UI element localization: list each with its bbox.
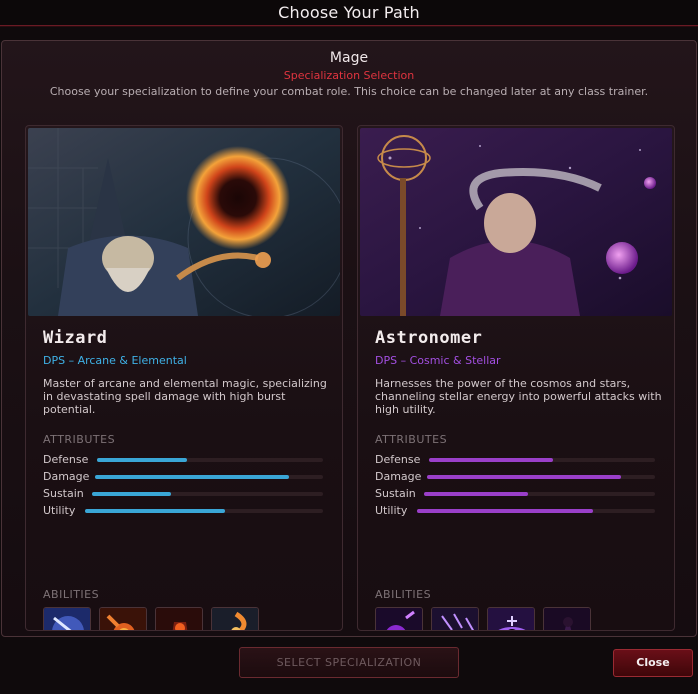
attribute-bar-fill [417,509,594,513]
attribute-bar-fill [95,475,289,479]
wizard-portrait [28,128,340,316]
attribute-utility: Utility [375,504,655,518]
attribute-sustain: Sustain [43,487,323,501]
spec-role: DPS – Cosmic & Stellar [375,354,501,367]
attribute-bar-fill [92,492,171,496]
attribute-label: Defense [375,453,421,466]
ability-list [43,607,259,630]
panel-subtitle: Specialization Selection [283,69,415,82]
attribute-label: Utility [43,504,76,517]
ability-list [375,607,591,630]
attribute-bar-fill [427,475,621,479]
attribute-utility: Utility [43,504,323,518]
attribute-bar-fill [97,458,188,462]
attribute-bar-fill [85,509,226,513]
attributes-heading: ATTRIBUTES [43,433,116,446]
abilities-heading: ABILITIES [375,588,432,601]
attribute-label: Utility [375,504,408,517]
attribute-bar [97,458,323,462]
spec-name: Astronomer [375,328,483,348]
fire-golem-icon[interactable] [155,607,203,630]
class-name: Mage [329,50,369,66]
attribute-bar [417,509,655,513]
spec-card-astronomer[interactable]: Astronomer DPS – Cosmic & Stellar Harnes… [357,125,675,631]
spec-description: Harnesses the power of the cosmos and st… [375,377,662,416]
star-shower-icon[interactable] [431,607,479,630]
astronomer-portrait [360,128,672,316]
black-hole-icon[interactable] [487,607,535,630]
attribute-bar [427,475,655,479]
attribute-sustain: Sustain [375,487,655,501]
celestial-summon-icon[interactable] [543,607,591,630]
meteor-icon[interactable] [99,607,147,630]
lightning-bolt-icon[interactable] [43,607,91,630]
attribute-defense: Defense [43,453,323,467]
attribute-label: Damage [375,470,422,483]
attributes-heading: ATTRIBUTES [375,433,448,446]
attribute-label: Damage [43,470,90,483]
attribute-bar [92,492,323,496]
close-button[interactable]: Close [613,649,693,677]
attribute-damage: Damage [43,470,323,484]
spec-card-wizard[interactable]: Wizard DPS – Arcane & Elemental Master o… [25,125,343,631]
attribute-damage: Damage [375,470,655,484]
attribute-label: Defense [43,453,89,466]
attribute-label: Sustain [375,487,416,500]
spec-description: Master of arcane and elemental magic, sp… [43,377,327,416]
select-specialization-button[interactable]: SELECT SPECIALIZATION [239,647,459,678]
spec-name: Wizard [43,328,108,348]
abilities-heading: ABILITIES [43,588,100,601]
fire-vortex-icon[interactable] [211,607,259,630]
specialization-panel: Mage Specialization Selection Choose you… [1,40,697,637]
attribute-bar-fill [424,492,528,496]
window-titlebar: Choose Your Path [0,0,698,26]
attribute-defense: Defense [375,453,655,467]
attribute-bar [95,475,323,479]
cosmic-orb-icon[interactable] [375,607,423,630]
attribute-bar [424,492,655,496]
spec-role: DPS – Arcane & Elemental [43,354,187,367]
window-title: Choose Your Path [278,3,420,22]
attribute-label: Sustain [43,487,84,500]
attribute-bar [85,509,323,513]
attribute-bar-fill [429,458,554,462]
panel-description: Choose your specialization to define you… [49,85,649,98]
attribute-bar [429,458,655,462]
